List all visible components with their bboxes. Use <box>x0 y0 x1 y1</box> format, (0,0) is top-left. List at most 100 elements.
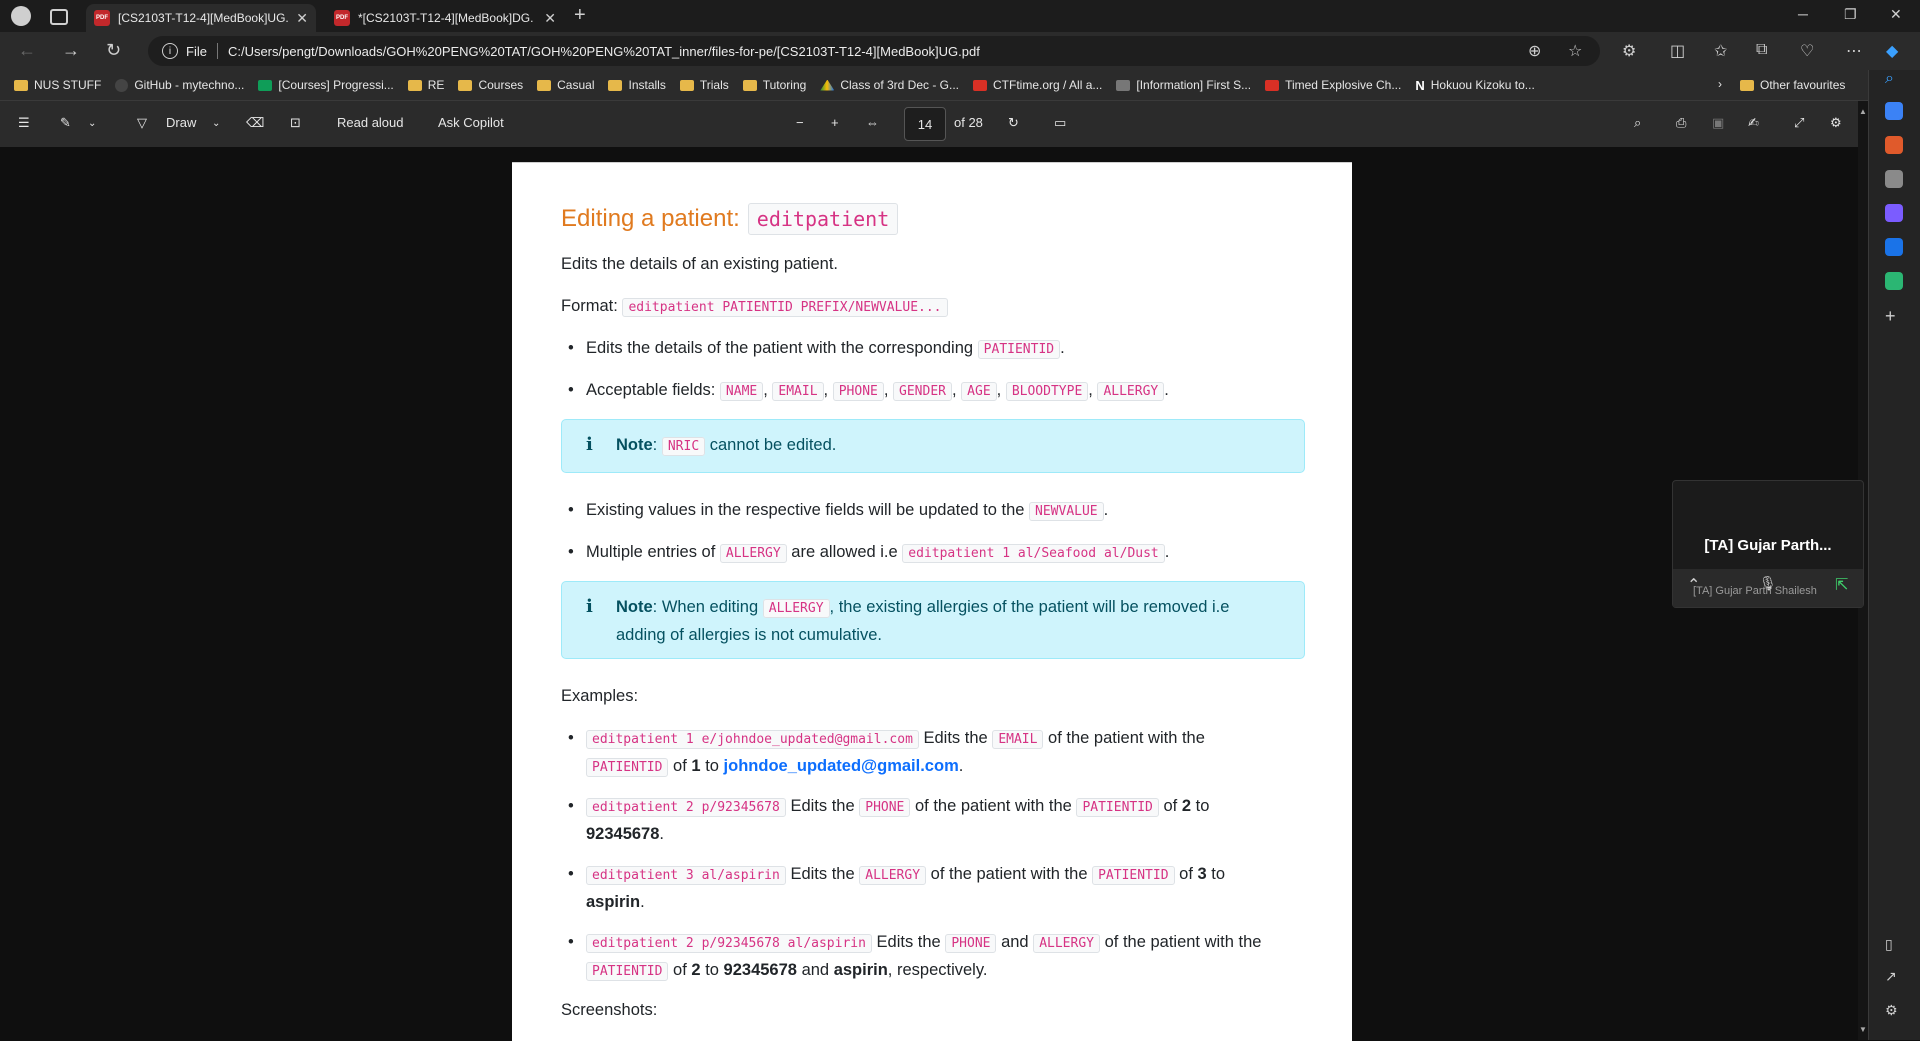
chevron-down-icon[interactable]: ⌄ <box>212 118 220 129</box>
fit-width-icon[interactable]: ⇔ <box>866 115 879 130</box>
zoom-out-icon[interactable]: − <box>796 115 804 130</box>
tab-ug[interactable]: PDF [CS2103T-T12-4][MedBook]UG.p ✕ <box>86 4 316 32</box>
call-panel[interactable]: [TA] Gujar Parth... ⌃ 🎙 ⇱ [TA] Gujar Par… <box>1672 480 1864 608</box>
draw-button[interactable]: Draw <box>166 115 196 130</box>
page-number-input[interactable]: 14 <box>904 107 946 141</box>
draw-icon[interactable]: ▽ <box>137 115 147 131</box>
minimize-icon[interactable]: ─ <box>1798 6 1808 22</box>
eraser-icon[interactable]: ⌫ <box>246 115 264 131</box>
search-icon[interactable]: ⌕ <box>1885 70 1903 88</box>
example-code: editpatient 1 e/johndoe_updated@gmail.co… <box>586 730 919 749</box>
text-icon[interactable]: ⊡ <box>290 115 301 131</box>
example-text: Edits the <box>876 933 941 951</box>
inline-code: EMAIL <box>992 730 1044 749</box>
bookmark-timed-explosive[interactable]: Timed Explosive Ch... <box>1265 78 1401 92</box>
favorite-star-icon[interactable]: ☆ <box>1568 41 1582 61</box>
chevron-right-icon[interactable]: › <box>1718 77 1722 91</box>
restore-icon[interactable]: ❐ <box>1844 6 1857 23</box>
bookmark-installs[interactable]: Installs <box>608 78 666 92</box>
drop-icon[interactable] <box>1885 272 1903 290</box>
fullscreen-icon[interactable]: ⤢ <box>1794 115 1804 131</box>
extensions-icon[interactable]: ⚙ <box>1622 41 1636 61</box>
scroll-down-icon[interactable]: ▼ <box>1859 1025 1867 1034</box>
shopping-icon[interactable] <box>1885 102 1903 120</box>
bookmark-information[interactable]: [Information] First S... <box>1116 78 1251 92</box>
bookmark-label: Hokuou Kizoku to... <box>1430 78 1535 92</box>
forward-icon[interactable]: → <box>62 40 80 61</box>
rotate-icon[interactable]: ↻ <box>1008 115 1019 131</box>
email-link[interactable]: johndoe_updated@gmail.com <box>724 757 959 775</box>
drive-icon <box>820 79 835 91</box>
bookmark-class-3rd-dec[interactable]: Class of 3rd Dec - G... <box>820 78 959 92</box>
chevron-down-icon[interactable]: ⌄ <box>88 118 96 129</box>
contents-icon[interactable]: ☰ <box>18 115 30 131</box>
outlook-icon[interactable] <box>1885 238 1903 256</box>
screenshots-label: Screenshots: <box>561 1001 658 1019</box>
collections-icon[interactable]: ⧉ <box>1756 41 1767 59</box>
field-code: AGE <box>961 382 997 401</box>
bookmark-trials[interactable]: Trials <box>679 78 729 92</box>
pdf-icon: PDF <box>94 10 110 26</box>
search-icon[interactable]: ⌕ <box>1634 115 1641 131</box>
other-favourites[interactable]: Other favourites <box>1740 78 1845 92</box>
example-number: 1 <box>691 757 701 775</box>
save-as-icon[interactable]: ✍ <box>1748 115 1759 131</box>
bookmark-courses[interactable]: Courses <box>458 78 523 92</box>
profile-avatar[interactable] <box>11 6 31 26</box>
page-view-icon[interactable]: ▭ <box>1054 115 1066 131</box>
new-tab-icon[interactable]: + <box>574 4 586 27</box>
sidebar-toggle-icon[interactable]: ▯ <box>1885 936 1903 954</box>
close-tab-icon[interactable]: ✕ <box>544 10 556 27</box>
read-aloud-button[interactable]: Read aloud <box>337 115 404 130</box>
zoom-in-icon[interactable]: + <box>831 115 839 130</box>
tab-label: [CS2103T-T12-4][MedBook]UG.p <box>118 11 289 25</box>
ask-copilot-button[interactable]: Ask Copilot <box>438 115 504 130</box>
more-options-icon[interactable]: ⋯ <box>1846 41 1862 61</box>
bookmark-casual[interactable]: Casual <box>537 78 594 92</box>
zoom-icon[interactable]: ⊕ <box>1528 41 1541 61</box>
bookmark-ctftime[interactable]: CTFtime.org / All a... <box>973 78 1102 92</box>
bookmark-courses-progress[interactable]: [Courses] Progressi... <box>258 78 394 92</box>
pdf-toolbar: ☰ ✎ ⌄ ▽ Draw ⌄ ⌫ ⊡ Read aloud Ask Copilo… <box>0 101 1868 148</box>
example-text: of the patient with the <box>914 797 1072 815</box>
url-text[interactable]: C:/Users/pengt/Downloads/GOH%20PENG%20TA… <box>228 44 980 59</box>
field-code: EMAIL <box>772 382 824 401</box>
games-icon[interactable] <box>1885 170 1903 188</box>
scroll-up-icon[interactable]: ▲ <box>1859 107 1867 116</box>
pdf-viewer[interactable]: Editing a patient: editpatient Edits the… <box>0 147 1858 1041</box>
favorites-icon[interactable]: ✩ <box>1714 41 1727 61</box>
highlight-icon[interactable]: ✎ <box>60 115 71 131</box>
tab-dg[interactable]: PDF *[CS2103T-T12-4][MedBook]DG. ✕ <box>326 4 564 32</box>
performance-icon[interactable]: ♡ <box>1800 41 1814 61</box>
close-tab-icon[interactable]: ✕ <box>296 10 308 27</box>
bookmark-re[interactable]: RE <box>407 78 444 92</box>
close-window-icon[interactable]: ✕ <box>1890 6 1902 23</box>
split-screen-icon[interactable]: ◫ <box>1670 41 1685 61</box>
copilot-app-icon[interactable] <box>1885 204 1903 222</box>
bullet-text: Acceptable fields: <box>586 381 716 399</box>
print-icon[interactable]: ⎙ <box>1676 115 1686 131</box>
refresh-icon[interactable]: ↻ <box>106 40 121 61</box>
save-icon[interactable]: ▣ <box>1712 115 1724 131</box>
bookmark-github[interactable]: GitHub - mytechno... <box>115 78 244 92</box>
tab-strip: PDF [CS2103T-T12-4][MedBook]UG.p ✕ PDF *… <box>0 0 1920 32</box>
popout-icon[interactable]: ⇱ <box>1835 575 1848 595</box>
bookmark-tutoring[interactable]: Tutoring <box>742 78 806 92</box>
inline-code: PATIENTID <box>586 962 669 981</box>
sidebar-settings-icon[interactable]: ⚙ <box>1885 1002 1903 1020</box>
settings-icon[interactable]: ⚙ <box>1830 115 1842 131</box>
example-text: of <box>1179 865 1193 883</box>
copilot-icon[interactable]: ◆ <box>1886 41 1898 61</box>
add-app-icon[interactable]: + <box>1885 306 1903 326</box>
format-code: editpatient PATIENTID PREFIX/NEWVALUE... <box>622 298 948 317</box>
tools-icon[interactable] <box>1885 136 1903 154</box>
section-heading: Editing a patient: editpatient <box>561 203 899 235</box>
bookmark-hokuou[interactable]: N Hokuou Kizoku to... <box>1415 78 1534 93</box>
bookmark-nus-stuff[interactable]: NUS STUFF <box>14 78 101 92</box>
info-icon[interactable]: i <box>162 43 178 59</box>
address-bar[interactable]: i File C:/Users/pengt/Downloads/GOH%20PE… <box>148 36 1600 66</box>
tab-actions-icon[interactable] <box>50 9 68 25</box>
external-link-icon[interactable]: ↗ <box>1885 968 1903 986</box>
back-icon[interactable]: ← <box>18 40 36 61</box>
bookmark-label: GitHub - mytechno... <box>134 78 245 92</box>
